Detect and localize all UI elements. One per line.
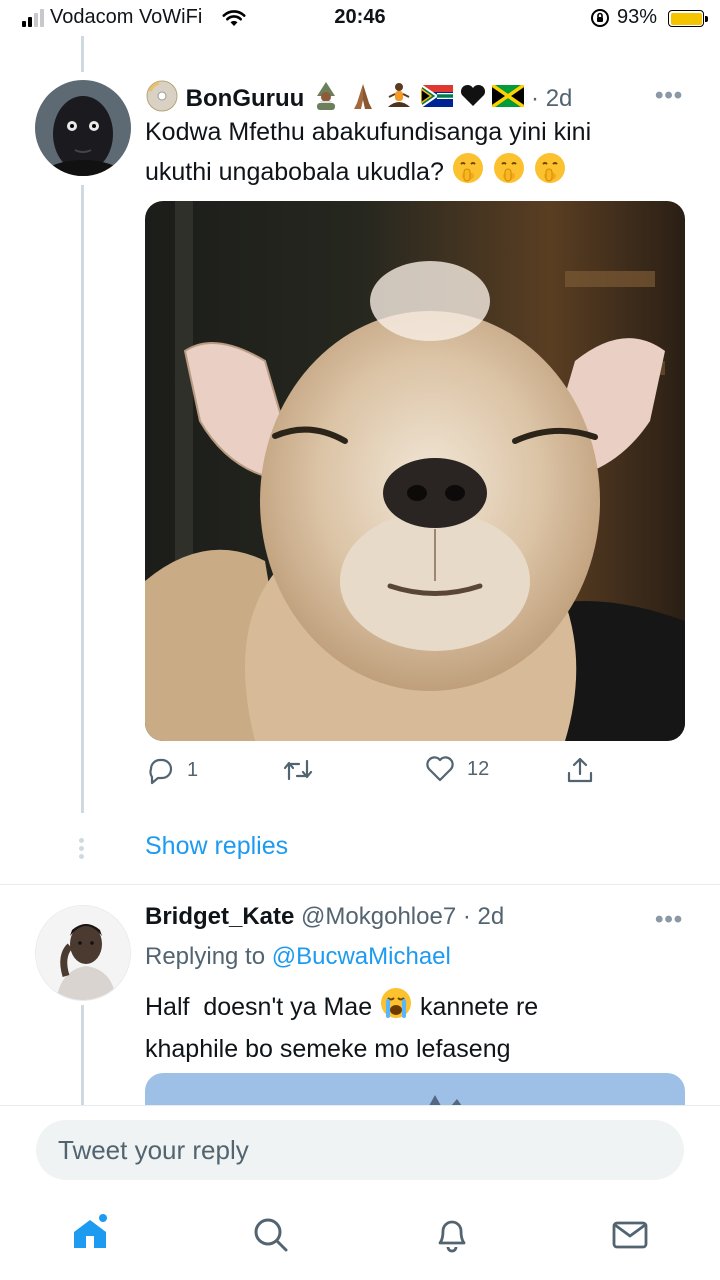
reply-action[interactable]: 1	[145, 755, 198, 785]
share-icon[interactable]	[565, 755, 595, 785]
shushing-face-emoji-icon	[533, 151, 567, 196]
thread-gap-dots	[79, 838, 85, 862]
shushing-face-emoji-icon	[451, 151, 485, 196]
tweet2-more-icon[interactable]: •••	[655, 906, 683, 934]
tab-notifications[interactable]	[432, 1214, 472, 1254]
like-count: 12	[467, 757, 490, 780]
reply-count: 1	[187, 758, 199, 781]
tab-messages[interactable]	[610, 1214, 650, 1254]
tweet2-media-image[interactable]	[145, 1073, 685, 1105]
avatar-bonguruu[interactable]	[35, 80, 131, 176]
crying-face-emoji-icon	[379, 986, 413, 1031]
tweet2-time: 2d	[477, 903, 505, 930]
thread-line-top	[81, 36, 84, 72]
tweet2-author-name[interactable]: Bridget_Kate	[145, 903, 294, 930]
like-icon[interactable]	[425, 755, 455, 783]
tweet1-media-image[interactable]	[145, 201, 685, 741]
like-action[interactable]: 12	[425, 755, 489, 783]
home-icon[interactable]	[70, 1214, 110, 1254]
tab-home[interactable]	[70, 1214, 110, 1254]
tweet1-more-icon[interactable]: •••	[655, 82, 683, 110]
tweet1-actions: 1 12	[145, 755, 605, 789]
notifications-icon[interactable]	[432, 1214, 472, 1254]
tweet2-text-line1b: kannete re	[420, 993, 539, 1022]
tweet2-text-line1-wrap: Half doesn't ya Mae kannete re	[145, 986, 705, 1031]
battery-percent: 93%	[617, 6, 658, 28]
avatar-bridget-kate[interactable]	[35, 905, 131, 1001]
tweet2-handle[interactable]: @Mokgohloe7	[301, 903, 456, 930]
replying-to-handle[interactable]: @BucwaMichael	[272, 943, 451, 970]
search-icon[interactable]	[250, 1214, 290, 1254]
tweet1-text-line2: ukuthi ungabobala ukudla?	[145, 158, 444, 187]
retweet-action[interactable]	[282, 755, 314, 785]
show-replies-link[interactable]: Show replies	[145, 832, 288, 861]
shushing-face-emoji-icon	[492, 151, 526, 196]
reply-composer[interactable]	[36, 1120, 684, 1180]
tweet1-author-name[interactable]: BonGuruu	[186, 85, 305, 112]
tweet2-text-line1a: Half doesn't ya Mae	[145, 993, 373, 1022]
reply-input[interactable]	[36, 1120, 684, 1180]
jamaica-flag-icon	[491, 83, 526, 114]
retweet-icon[interactable]	[282, 755, 314, 785]
composer-divider	[0, 1105, 720, 1106]
tweet2-header: Bridget_Kate @Mokgohloe7 · 2d	[145, 903, 505, 930]
tweet2-text: Half doesn't ya Mae kannete re khaphile …	[145, 986, 705, 1068]
black-heart-icon	[460, 84, 486, 115]
battery-icon	[668, 10, 708, 27]
messages-icon[interactable]	[610, 1214, 650, 1254]
tweet2-text-line2: khaphile bo semeke mo lefaseng	[145, 1035, 511, 1063]
tab-search[interactable]	[250, 1214, 290, 1254]
tweet1-time: 2d	[545, 84, 573, 112]
divider	[0, 884, 720, 885]
tweet1-text-line2-wrap: ukuthi ungabobala ukudla?	[145, 151, 705, 196]
share-action[interactable]	[565, 755, 595, 785]
thread-line	[81, 185, 84, 813]
tweet1-text: Kodwa Mfethu abakufundisanga yini kini u…	[145, 114, 705, 196]
status-bar: Vodacom VoWiFi 20:46 93%	[0, 0, 720, 36]
reply-icon[interactable]	[145, 755, 175, 785]
folded-hands-emoji-icon	[348, 81, 378, 118]
replying-to-prefix: Replying to	[145, 943, 266, 970]
clock: 20:46	[334, 6, 386, 28]
meditating-person-emoji-icon	[384, 81, 414, 118]
bottom-tab-bar	[0, 1200, 720, 1280]
thread-line-bottom	[81, 1005, 84, 1105]
south-africa-flag-icon	[420, 83, 453, 114]
mage-emoji-icon	[311, 81, 341, 118]
tweet1-text-line1: Kodwa Mfethu abakufundisanga yini kini	[145, 118, 592, 146]
rotation-lock-icon	[591, 9, 609, 27]
tweet2-replying-to: Replying to @BucwaMichael	[145, 943, 451, 971]
